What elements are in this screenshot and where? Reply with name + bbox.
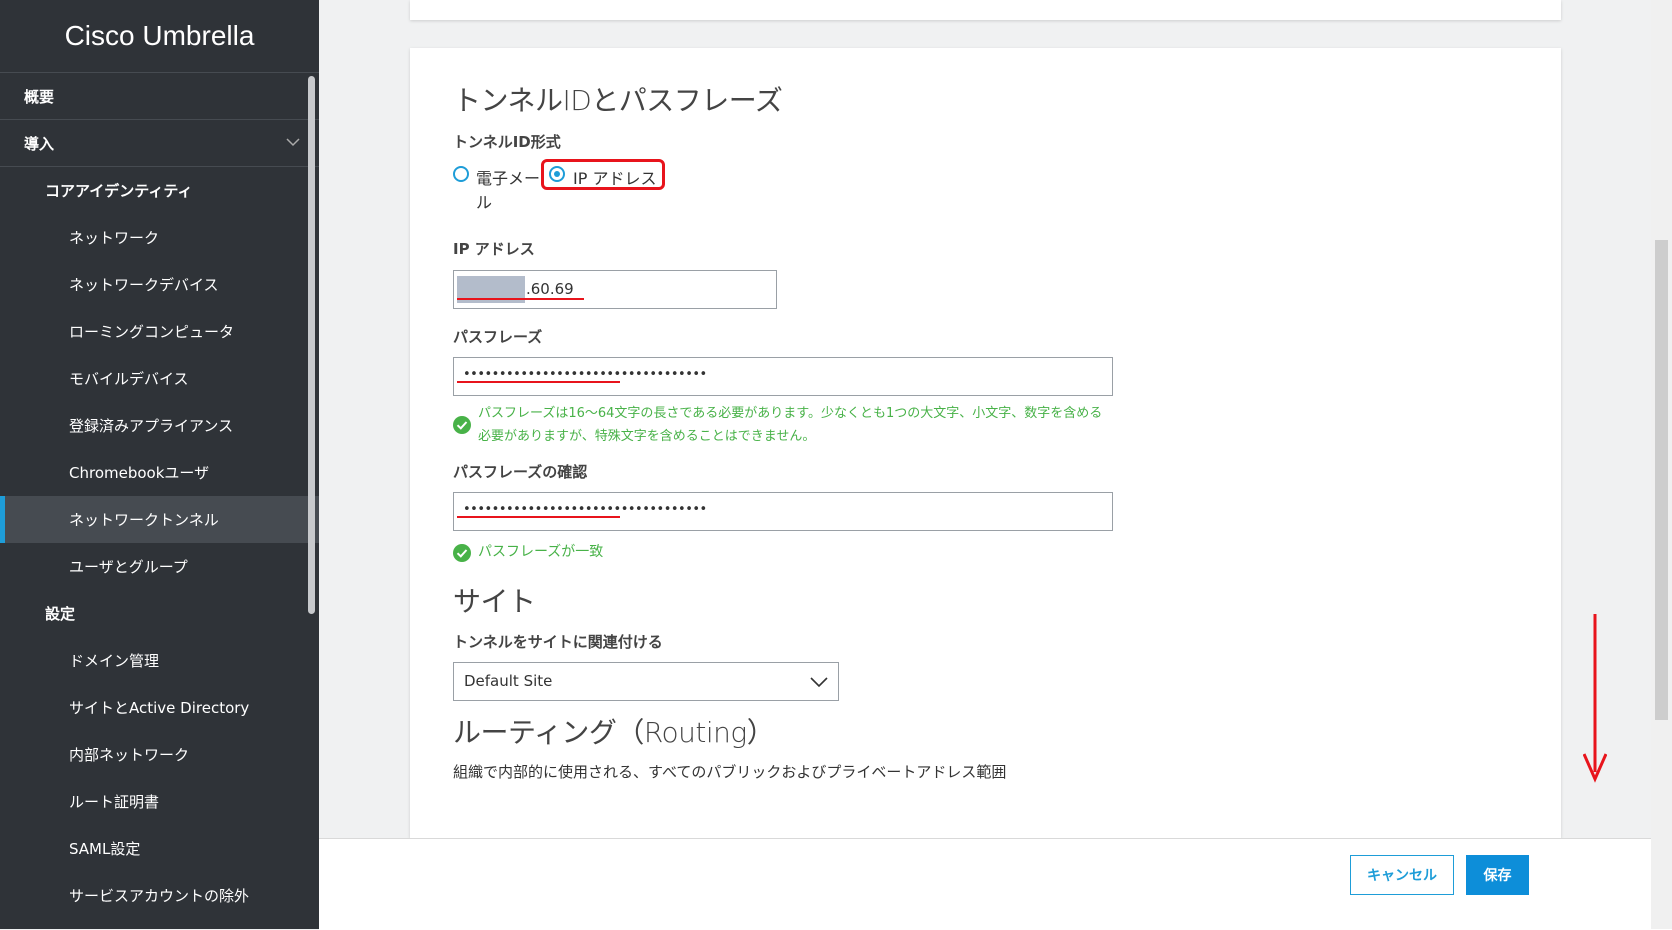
routing-description: 組織で内部的に使用される、すべてのパブリックおよびプライベートアドレス範囲 — [453, 763, 1007, 781]
sidebar-item-roaming-computers[interactable]: ローミングコンピュータ — [0, 308, 319, 355]
sidebar: Cisco Umbrella 概要 導入 コアアイデンティティ ネットワーク ネ… — [0, 0, 319, 929]
ip-address-value: .60.69 — [526, 280, 574, 298]
passphrase-input[interactable]: •••••••••••••••••••••••••••••••••• — [453, 357, 1113, 396]
sidebar-item-service-account-exceptions[interactable]: サービスアカウントの除外 — [0, 872, 319, 919]
sidebar-item-deployments[interactable]: 導入 — [0, 120, 319, 167]
sidebar-item-root-certificate[interactable]: ルート証明書 — [0, 778, 319, 825]
sidebar-item-label: 導入 — [24, 134, 55, 153]
footer-bar: キャンセル 保存 — [319, 838, 1672, 930]
section-title-tunnel-id: トンネルIDとパスフレーズ — [453, 84, 783, 117]
sidebar-item-overview[interactable]: 概要 — [0, 73, 319, 120]
radio-ip-address[interactable] — [549, 166, 565, 182]
radio-email[interactable] — [453, 166, 469, 182]
annotation-underline — [457, 381, 620, 383]
sidebar-item-network-devices[interactable]: ネットワークデバイス — [0, 261, 319, 308]
confirm-passphrase-input[interactable]: •••••••••••••••••••••••••••••••••• — [453, 492, 1113, 531]
page-scrollbar[interactable] — [1651, 0, 1672, 929]
save-button[interactable]: 保存 — [1466, 855, 1529, 895]
section-title-site: サイト — [453, 585, 536, 618]
sidebar-item-mobile-devices[interactable]: モバイルデバイス — [0, 355, 319, 402]
radio-email-label-cont: ル — [476, 193, 493, 212]
passphrase-hint: パスフレーズは16～64文字の長さである必要があります。少なくとも1つの大文字、… — [478, 406, 1103, 421]
site-select[interactable]: Default Site — [453, 662, 839, 701]
passphrase-hint-cont: 必要がありますが、特殊文字を含めることはできません。 — [478, 429, 816, 444]
annotation-underline — [457, 298, 584, 300]
sidebar-item-configuration[interactable]: 設定 — [0, 590, 319, 637]
confirm-hint: パスフレーズが一致 — [478, 544, 604, 560]
ip-address-label: IP アドレス — [453, 240, 535, 258]
chevron-down-icon — [286, 138, 300, 147]
previous-card — [410, 0, 1561, 20]
annotation-underline — [457, 516, 620, 518]
check-circle-icon — [453, 416, 471, 434]
radio-email-label: 電子メー — [476, 169, 541, 188]
sidebar-item-networks[interactable]: ネットワーク — [0, 214, 319, 261]
site-select-value: Default Site — [464, 672, 553, 690]
sidebar-scrollbar[interactable] — [308, 76, 315, 614]
sidebar-item-sites-ad[interactable]: サイトとActive Directory — [0, 684, 319, 731]
sidebar-item-saml[interactable]: SAML設定 — [0, 825, 319, 872]
sidebar-item-domain-management[interactable]: ドメイン管理 — [0, 637, 319, 684]
radio-ip-address-label: IP アドレス — [573, 169, 657, 188]
annotation-arrow-down-icon — [1583, 614, 1607, 783]
sidebar-item-appliances[interactable]: 登録済みアプライアンス — [0, 402, 319, 449]
tunnel-id-format-label: トンネルID形式 — [453, 133, 561, 151]
page-scrollbar-thumb[interactable] — [1655, 240, 1668, 720]
tunnel-form-card: トンネルIDとパスフレーズ トンネルID形式 電子メー ル IP アドレス IP… — [410, 48, 1561, 838]
sidebar-item-internal-networks[interactable]: 内部ネットワーク — [0, 731, 319, 778]
section-title-routing: ルーティング（Routing） — [453, 716, 775, 749]
chevron-down-icon — [810, 677, 828, 688]
confirm-passphrase-value: •••••••••••••••••••••••••••••••••• — [463, 502, 707, 517]
cancel-button[interactable]: キャンセル — [1350, 855, 1454, 895]
ip-address-input[interactable]: .60.69 — [453, 270, 777, 309]
passphrase-label: パスフレーズ — [453, 328, 543, 346]
sidebar-item-chromebook-users[interactable]: Chromebookユーザ — [0, 449, 319, 496]
sidebar-item-users-groups[interactable]: ユーザとグループ — [0, 543, 319, 590]
confirm-passphrase-label: パスフレーズの確認 — [453, 463, 588, 481]
check-circle-icon — [453, 544, 471, 562]
site-label: トンネルをサイトに関連付ける — [453, 633, 663, 651]
brand-title: Cisco Umbrella — [0, 0, 319, 73]
passphrase-value: •••••••••••••••••••••••••••••••••• — [463, 367, 707, 382]
sidebar-item-network-tunnels[interactable]: ネットワークトンネル — [0, 496, 319, 543]
sidebar-item-core-identities[interactable]: コアアイデンティティ — [0, 167, 319, 214]
